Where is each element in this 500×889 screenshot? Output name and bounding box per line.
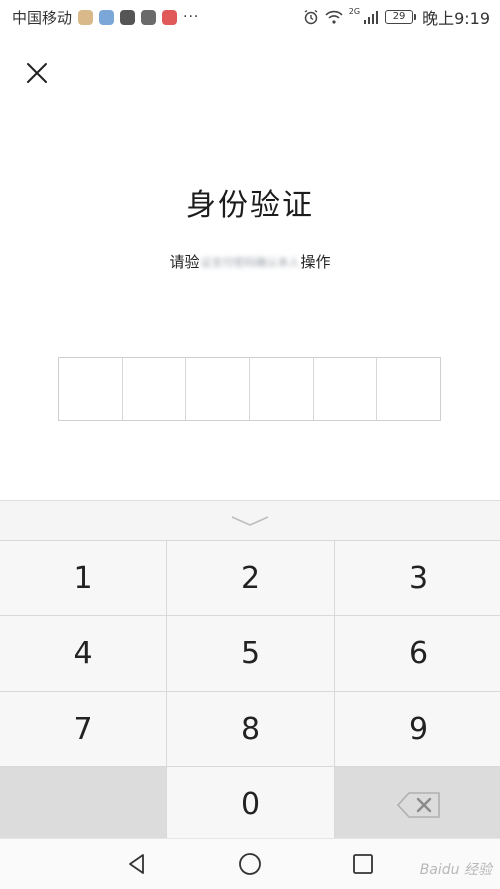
- key-6[interactable]: 6: [335, 616, 500, 691]
- pin-digit-box[interactable]: [123, 358, 187, 420]
- network-type-label: 2G: [348, 6, 361, 16]
- watermark: Baidu 经验: [419, 862, 492, 878]
- key-blank: [0, 767, 166, 842]
- page-title: 身份验证: [186, 188, 314, 223]
- more-notifications-indicator: ···: [183, 9, 200, 25]
- system-nav-bar: Baidu 经验: [0, 838, 500, 889]
- carrier-label: 中国移动: [12, 8, 73, 27]
- back-button[interactable]: [122, 849, 152, 879]
- key-0[interactable]: 0: [167, 767, 334, 842]
- key-7[interactable]: 7: [0, 692, 166, 766]
- key-2[interactable]: 2: [167, 541, 334, 615]
- pin-digit-box[interactable]: [377, 358, 440, 420]
- pin-digit-box[interactable]: [186, 358, 251, 420]
- battery-level: 29: [385, 10, 414, 24]
- clock: 晚上9:19: [422, 9, 490, 28]
- signal-icon: [364, 11, 379, 24]
- notification-app-icon: [99, 9, 115, 25]
- subtitle-prefix: 请验: [169, 253, 200, 271]
- pin-digit-box[interactable]: [250, 358, 314, 420]
- keyboard-collapse-button[interactable]: [0, 500, 500, 540]
- status-bar-left: 中国移动 ···: [12, 7, 199, 28]
- password-input[interactable]: [58, 357, 441, 421]
- notification-app-icon: [141, 9, 157, 25]
- square-recents-icon: [353, 854, 374, 874]
- backspace-icon: [396, 791, 440, 818]
- numeric-keypad: 1 2 3 4 5 6 7 8 9 0: [0, 540, 500, 842]
- key-1[interactable]: 1: [0, 541, 166, 615]
- key-5[interactable]: 5: [167, 616, 334, 691]
- alarm-icon: [304, 9, 318, 25]
- notification-app-icon: [78, 9, 94, 25]
- wifi-icon: [325, 10, 343, 24]
- close-icon: [27, 63, 47, 83]
- battery-icon: 29: [385, 10, 417, 24]
- key-9[interactable]: 9: [335, 692, 500, 766]
- delete-button[interactable]: [335, 767, 500, 842]
- page-subtitle: 请验 证支付密码确认本人 操作: [0, 251, 500, 272]
- pin-digit-box[interactable]: [314, 358, 378, 420]
- notification-app-icon: [162, 9, 178, 25]
- circle-home-icon: [239, 853, 261, 875]
- pin-digit-box[interactable]: [59, 358, 123, 420]
- recents-button[interactable]: [348, 849, 378, 879]
- close-button[interactable]: [22, 58, 52, 88]
- key-8[interactable]: 8: [167, 692, 334, 766]
- subtitle-blurred-text: 证支付密码确认本人: [200, 255, 300, 269]
- key-3[interactable]: 3: [335, 541, 500, 615]
- status-bar: 中国移动 ··· 2G 29 晚上9:19: [0, 0, 500, 34]
- key-4[interactable]: 4: [0, 616, 166, 691]
- triangle-back-icon: [128, 854, 144, 874]
- notification-app-icon: [120, 9, 136, 25]
- subtitle-suffix: 操作: [300, 253, 331, 271]
- chevron-down-icon: [231, 515, 269, 526]
- home-button[interactable]: [235, 849, 265, 879]
- status-bar-right: 2G 29 晚上9:19: [303, 5, 490, 29]
